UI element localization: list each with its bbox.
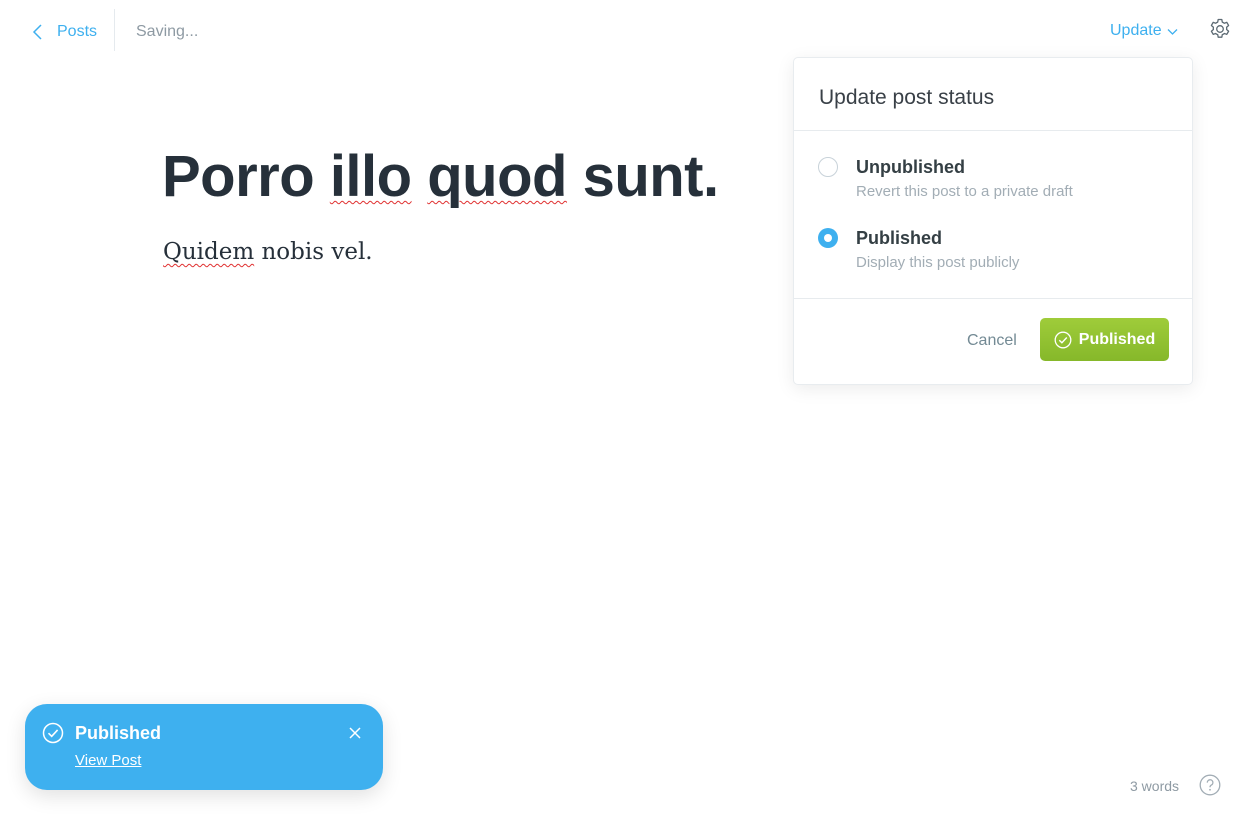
check-circle-icon: [42, 722, 64, 744]
popover-divider: [794, 298, 1192, 299]
popover-divider: [794, 130, 1192, 131]
unpublished-option-description: Revert this post to a private draft: [856, 183, 1073, 200]
update-label: Update: [1110, 22, 1162, 39]
back-to-posts-link[interactable]: Posts: [32, 21, 97, 43]
close-icon[interactable]: [347, 725, 363, 741]
publish-button[interactable]: Published: [1040, 318, 1169, 361]
published-option-label: Published: [856, 228, 943, 248]
view-post-link[interactable]: View Post: [75, 751, 141, 771]
word-count: 3 words: [1130, 778, 1180, 794]
toast-title: Published: [75, 723, 162, 743]
settings-button[interactable]: [1208, 17, 1234, 43]
back-link-label: Posts: [57, 23, 98, 40]
publish-button-label: Published: [1078, 330, 1156, 348]
popover-title: Update post status: [819, 86, 995, 109]
post-status-popover: Update post status Unpublished Revert th…: [793, 57, 1193, 385]
topbar-divider: [114, 9, 115, 51]
published-option-description: Display this post publicly: [856, 254, 1020, 271]
save-status: Saving...: [136, 23, 199, 40]
published-toast: Published View Post: [25, 704, 383, 790]
post-title[interactable]: Porro illo quod sunt.: [162, 140, 719, 214]
post-body[interactable]: Quidem nobis vel.: [163, 236, 373, 268]
help-icon[interactable]: [1199, 774, 1221, 796]
gear-icon: [1210, 18, 1230, 38]
chevron-down-icon: [1167, 29, 1178, 35]
unpublished-radio[interactable]: [818, 157, 838, 177]
update-menu-trigger[interactable]: Update: [1110, 20, 1178, 42]
check-circle-icon: [1054, 331, 1072, 348]
chevron-left-icon: [32, 24, 42, 40]
published-radio[interactable]: [818, 228, 838, 248]
unpublished-option-label: Unpublished: [856, 157, 965, 177]
cancel-button[interactable]: Cancel: [967, 330, 1017, 352]
